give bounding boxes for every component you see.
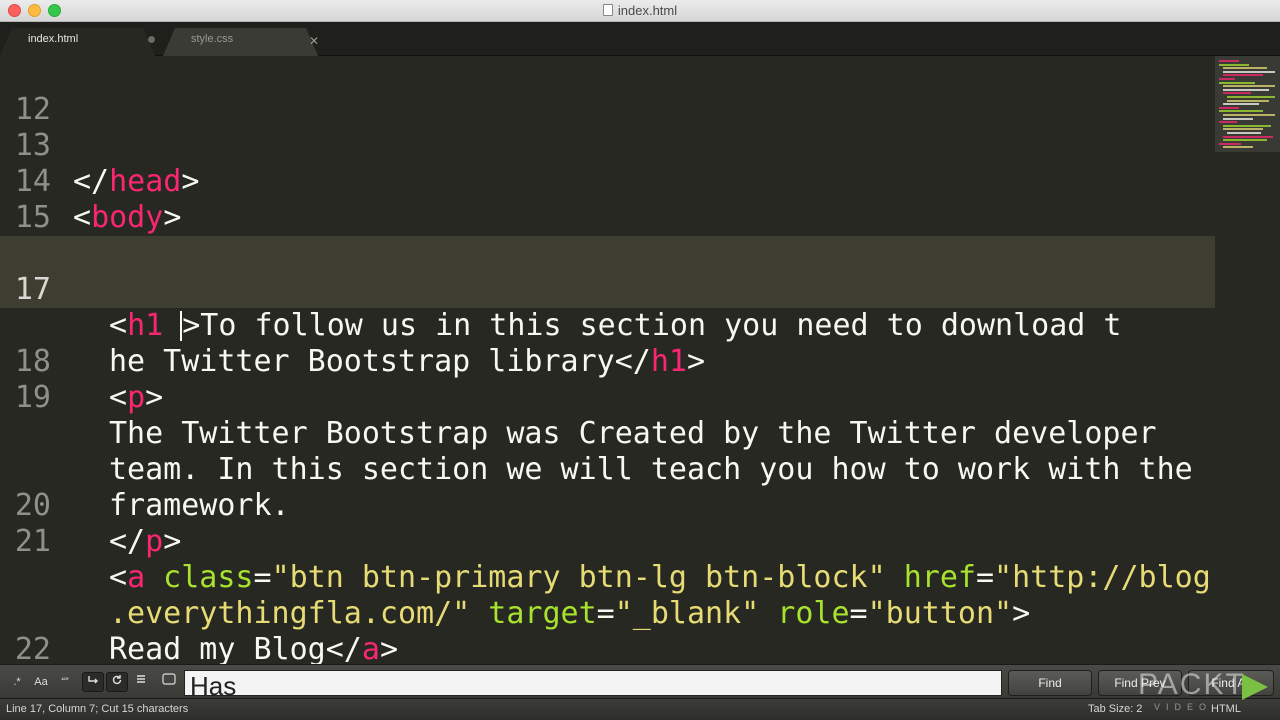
panel-icon: [162, 673, 176, 685]
show-context-toggle[interactable]: [158, 672, 180, 692]
code-line: 16 <div class="text-center lead">: [0, 200, 1215, 307]
minimap-line: [1223, 128, 1263, 131]
code-editor[interactable]: 12 13 </head> 14 <body> 15 16 <div class…: [0, 56, 1215, 664]
minimap-line: [1219, 78, 1235, 80]
unsaved-dot-icon[interactable]: [148, 36, 155, 43]
refresh-icon: [112, 675, 122, 685]
case-sensitive-toggle[interactable]: Aa: [30, 672, 52, 692]
minimap-line: [1223, 88, 1269, 91]
packt-logo-subtext: VIDEO: [1154, 702, 1213, 712]
code-line: 13 </head>: [0, 92, 1215, 199]
minimap-line: [1223, 117, 1253, 120]
code-line: 18 <p>: [0, 308, 1215, 415]
whole-word-toggle[interactable]: “”: [54, 672, 76, 692]
find-panel: .* Aa “” Has Find Find Prev Find All: [0, 664, 1280, 699]
in-selection-toggle[interactable]: [106, 672, 128, 692]
minimap-line: [1219, 121, 1237, 124]
code-line: 15: [0, 164, 1215, 235]
tab-index-html[interactable]: index.html: [0, 28, 155, 56]
wrap-icon: [88, 676, 98, 684]
tab-style-css[interactable]: style.css: [163, 28, 318, 56]
window-title: index.html: [0, 3, 1280, 18]
minimap-line: [1227, 132, 1261, 134]
minimap-line: [1219, 60, 1239, 62]
line-number: 17: [14, 272, 51, 307]
minimap-line: [1223, 74, 1263, 77]
minimap-line: [1219, 106, 1239, 109]
status-bar: Line 17, Column 7; Cut 15 characters Tab…: [0, 698, 1280, 720]
code-line: 12: [0, 56, 1215, 127]
minimap-line: [1223, 70, 1275, 73]
current-code-line: 17 <h1 >To follow us in this section you…: [0, 236, 1215, 379]
line-number: 21: [14, 524, 51, 559]
minimap-line: [1227, 96, 1275, 98]
tab-close-icon[interactable]: ✕: [309, 34, 319, 48]
minimap-line: [1223, 139, 1267, 142]
minimap-line: [1223, 146, 1253, 149]
minimap-line: [1219, 142, 1241, 145]
minimap-line: [1223, 92, 1251, 95]
tab-label: index.html: [28, 33, 79, 45]
code-line: 23: [0, 632, 1215, 664]
code-line: 14 <body>: [0, 128, 1215, 235]
code-line: 22 </div>: [0, 596, 1215, 664]
minimap-line: [1227, 99, 1269, 102]
minimap-line: [1219, 110, 1263, 113]
minimap-line: [1223, 67, 1267, 70]
minimap-line: [1223, 135, 1273, 138]
play-icon: [1242, 674, 1268, 700]
code-line: 20 </p>: [0, 452, 1215, 559]
find-button[interactable]: Find: [1008, 670, 1092, 696]
wrap-toggle[interactable]: [82, 672, 104, 692]
code-line: 21 <a class="btn btn-primary btn-lg btn-…: [0, 488, 1215, 664]
highlight-matches-toggle[interactable]: [130, 672, 152, 692]
highlight-icon: [137, 675, 145, 683]
tab-bar: index.html style.css: [0, 22, 1280, 56]
regex-toggle[interactable]: .*: [6, 672, 28, 692]
minimap-line: [1223, 85, 1275, 88]
cursor-position: Line 17, Column 7; Cut 15 characters: [6, 703, 189, 715]
minimap-line: [1223, 103, 1259, 106]
find-input[interactable]: Has: [184, 670, 1002, 699]
code-line: 19 The Twitter Bootstrap was Created by …: [0, 344, 1215, 523]
minimap-line: [1219, 63, 1249, 66]
title-bar: index.html: [0, 0, 1280, 22]
minimap-line: [1223, 114, 1275, 116]
minimap-line: [1219, 81, 1255, 84]
minimap[interactable]: [1215, 56, 1280, 664]
packt-logo: PACKT VIDEO: [1134, 668, 1280, 714]
minimap-line: [1223, 124, 1271, 127]
document-icon: [602, 4, 613, 16]
packt-logo-text: PACKT: [1138, 668, 1246, 701]
tab-label: style.css: [191, 33, 234, 45]
line-number: 19: [14, 380, 51, 415]
